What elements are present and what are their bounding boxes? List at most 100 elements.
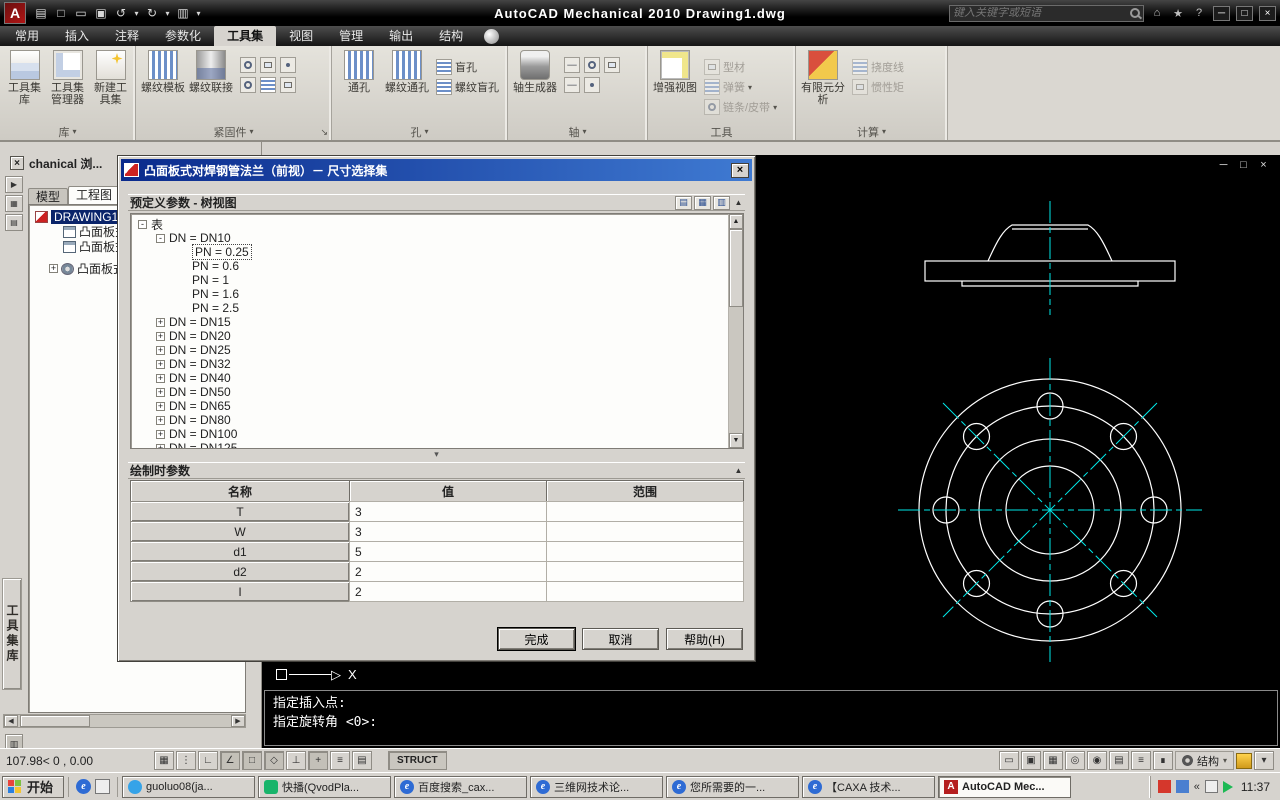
scroll-up-icon[interactable]: ▲: [729, 214, 743, 229]
help-search-box[interactable]: [949, 5, 1144, 22]
collapse-section-icon[interactable]: ▲: [732, 196, 745, 210]
tree-node-pn1[interactable]: PN = 1: [134, 273, 726, 287]
toolset-palette-tab[interactable]: 工具集库: [2, 578, 22, 690]
close-button[interactable]: ×: [1259, 6, 1276, 21]
qat-customize-icon[interactable]: ▾: [194, 4, 203, 22]
expand-node-icon[interactable]: +: [156, 430, 165, 439]
panel-launcher-icon[interactable]: ↘: [320, 127, 328, 138]
gear-shaft-icon[interactable]: [564, 77, 580, 93]
new-toolset-button[interactable]: 新建工具集: [90, 49, 131, 106]
help-icon[interactable]: ?: [1191, 7, 1207, 19]
input-method-icon[interactable]: [1205, 780, 1218, 793]
threaded-through-hole-button[interactable]: 螺纹通孔: [384, 49, 430, 94]
enhanced-view-button[interactable]: 增强视图: [652, 49, 698, 94]
param-range[interactable]: [546, 581, 744, 602]
quicklaunch-browser-icon[interactable]: e: [76, 779, 91, 794]
tab-model[interactable]: 模型: [28, 188, 68, 205]
browser-close-icon[interactable]: ×: [10, 156, 24, 170]
shaft-generator-button[interactable]: 轴生成器: [512, 49, 558, 94]
express-tools-icon[interactable]: [484, 29, 499, 44]
expand-node-icon[interactable]: +: [156, 346, 165, 355]
blind-hole-button[interactable]: 盲孔: [436, 59, 499, 75]
grid-toggle[interactable]: ⋮: [176, 751, 196, 770]
tab-structure[interactable]: 结构: [426, 26, 476, 46]
tree-node-pn25[interactable]: PN = 2.5: [134, 301, 726, 315]
toolset-library-button[interactable]: 工具集库: [4, 49, 45, 106]
redo-icon[interactable]: ↻: [143, 4, 161, 22]
app-logo-icon[interactable]: A: [4, 2, 26, 24]
cancel-button[interactable]: 取消: [582, 628, 659, 650]
tree-node-pn06[interactable]: PN = 0.6: [134, 259, 726, 273]
tree-node-dn20[interactable]: +DN = DN20: [134, 329, 726, 343]
play-status-icon[interactable]: [1223, 781, 1233, 793]
expand-icon[interactable]: +: [49, 264, 58, 273]
fea-button[interactable]: 有限元分析: [800, 49, 846, 106]
polar-toggle[interactable]: ∠: [220, 751, 240, 770]
collapse-node-icon[interactable]: -: [156, 234, 165, 243]
communication-center-icon[interactable]: ⌂: [1149, 7, 1165, 19]
undo-dropdown-icon[interactable]: ▾: [132, 4, 141, 22]
param-value[interactable]: 2: [349, 581, 547, 602]
panes-icon[interactable]: ▦: [5, 195, 23, 212]
bolt-grid-icon[interactable]: [280, 77, 296, 93]
expand-node-icon[interactable]: +: [156, 332, 165, 341]
chain-belt-button[interactable]: 链条/皮带 ▾: [704, 99, 777, 115]
profiles-button[interactable]: 型材: [704, 59, 777, 75]
print-icon[interactable]: ▥: [174, 4, 192, 22]
pan-icon[interactable]: ◎: [1065, 751, 1085, 770]
drawing-minimize-icon[interactable]: ─: [1217, 159, 1230, 171]
workspace-switcher[interactable]: 结构 ▾: [1175, 751, 1234, 770]
predefined-params-tree[interactable]: -表 -DN = DN10 PN = 0.25 PN = 0.6 PN = 1 …: [130, 213, 744, 449]
restore-button[interactable]: □: [1236, 6, 1253, 21]
zoom-icon[interactable]: ◉: [1087, 751, 1107, 770]
predefined-params-header[interactable]: 预定义参数 - 树视图 ▤ ▦ ▥ ▲: [128, 194, 745, 211]
tab-drawing[interactable]: 工程图: [68, 186, 120, 205]
start-button[interactable]: 开始: [2, 776, 64, 798]
param-range[interactable]: [546, 501, 744, 522]
model-space-icon[interactable]: ▭: [999, 751, 1019, 770]
help-button[interactable]: 帮助(H): [666, 628, 743, 650]
show-desktop-icon[interactable]: [95, 779, 110, 794]
pin-icon[interactable]: [240, 77, 256, 93]
key-icon[interactable]: [604, 57, 620, 73]
panel-label-holes[interactable]: 孔 ▾: [332, 123, 507, 140]
ortho-toggle[interactable]: ∟: [198, 751, 218, 770]
tree-node-dn40[interactable]: +DN = DN40: [134, 371, 726, 385]
tab-annotate[interactable]: 注释: [102, 26, 152, 46]
tree-node-dn15[interactable]: +DN = DN15: [134, 315, 726, 329]
steeringwheel-icon[interactable]: ▤: [1109, 751, 1129, 770]
retaining-ring-icon[interactable]: [584, 77, 600, 93]
task-3dportal-forum[interactable]: e 三维网技术论...: [530, 776, 663, 798]
search-binoculars-icon[interactable]: [1130, 8, 1140, 18]
expand-node-icon[interactable]: +: [156, 416, 165, 425]
collapse-node-icon[interactable]: -: [138, 220, 147, 229]
scroll-right-icon[interactable]: ▶: [231, 715, 245, 727]
param-value[interactable]: 5: [349, 541, 547, 562]
autohide-icon[interactable]: ▶: [5, 176, 23, 193]
tree-node-dn65[interactable]: +DN = DN65: [134, 399, 726, 413]
tree-vertical-scrollbar[interactable]: ▲ ▼: [728, 214, 743, 448]
dialog-close-button[interactable]: ×: [731, 163, 749, 178]
panel-label-tools[interactable]: 工具: [648, 123, 795, 140]
tray-app-icon[interactable]: [1176, 780, 1189, 793]
scrollbar-thumb[interactable]: [20, 715, 90, 727]
moment-of-inertia-button[interactable]: 惯性矩: [852, 79, 904, 95]
expand-node-icon[interactable]: +: [156, 402, 165, 411]
new-file-icon[interactable]: □: [52, 4, 70, 22]
expand-node-icon[interactable]: +: [156, 318, 165, 327]
param-range[interactable]: [546, 561, 744, 582]
shaft-segment-icon[interactable]: [564, 57, 580, 73]
bearing-icon[interactable]: [584, 57, 600, 73]
tree-node-dn125[interactable]: +DN = DN125: [134, 441, 726, 449]
layout-icon[interactable]: ▣: [1021, 751, 1041, 770]
param-range[interactable]: [546, 541, 744, 562]
washer-icon[interactable]: [240, 57, 256, 73]
task-autocad[interactable]: A AutoCAD Mec...: [938, 776, 1071, 798]
param-range[interactable]: [546, 521, 744, 542]
param-value[interactable]: 2: [349, 561, 547, 582]
tree-node-dn32[interactable]: +DN = DN32: [134, 357, 726, 371]
task-caxa[interactable]: e 【CAXA 技术...: [802, 776, 935, 798]
collapse-section-icon[interactable]: ▲: [732, 464, 745, 478]
annotation-scale-icon[interactable]: ∎: [1153, 751, 1173, 770]
toolset-manager-button[interactable]: 工具集管理器: [47, 49, 88, 106]
